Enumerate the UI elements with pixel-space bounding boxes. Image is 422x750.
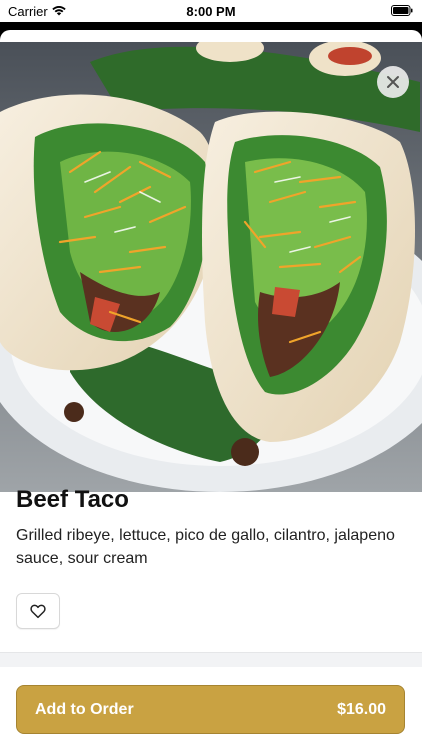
close-button[interactable] <box>377 66 409 98</box>
favorite-button[interactable] <box>16 593 60 629</box>
item-title: Beef Taco <box>16 486 129 513</box>
section-divider <box>0 652 422 667</box>
status-time: 8:00 PM <box>186 4 236 19</box>
status-bar: Carrier 8:00 PM <box>0 0 422 22</box>
item-price: $16.00 <box>337 700 386 718</box>
taco-photo <box>0 42 422 492</box>
add-to-order-label: Add to Order <box>35 700 134 718</box>
item-description: Grilled ribeye, lettuce, pico de gallo, … <box>16 527 395 567</box>
add-to-order-button[interactable]: Add to Order $16.00 <box>16 685 405 734</box>
heart-outline-icon <box>30 604 46 619</box>
battery-icon <box>391 5 413 16</box>
close-icon <box>387 76 399 88</box>
